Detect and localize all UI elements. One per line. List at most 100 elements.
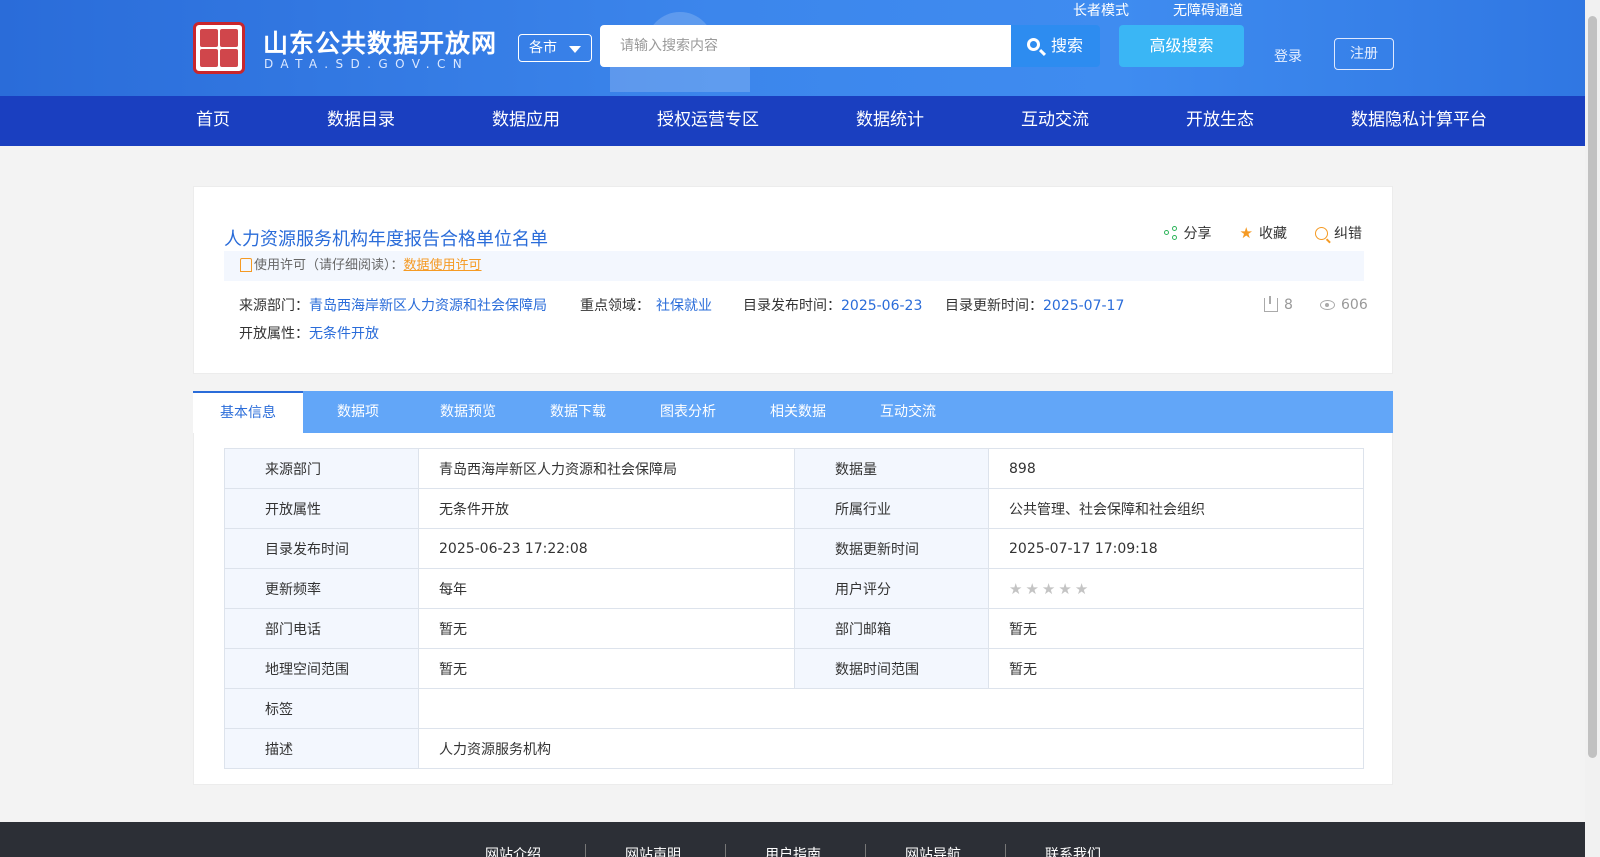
meta-open-attr: 开放属性：无条件开放: [239, 323, 379, 343]
scrollbar-thumb[interactable]: [1588, 16, 1597, 758]
info-value: 公共管理、社会保障和社会组织: [988, 488, 1364, 529]
nav-item-authorized-ops[interactable]: 授权运营专区: [657, 96, 759, 146]
share-icon: [1163, 226, 1178, 240]
city-select-label: 各市: [529, 40, 557, 56]
license-link[interactable]: 数据使用许可: [404, 258, 482, 273]
search-input[interactable]: [600, 25, 1011, 67]
site-logo-icon[interactable]: [193, 22, 245, 74]
meta-source: 来源部门：青岛西海岸新区人力资源和社会保障局: [239, 295, 547, 315]
info-label: 数据更新时间: [794, 528, 989, 569]
meta-update-label: 目录更新时间：: [945, 298, 1043, 314]
login-link[interactable]: 登录: [1274, 46, 1302, 66]
info-label: 更新频率: [224, 568, 419, 609]
dataset-actions: 分享 ★ 收藏 纠错: [1163, 223, 1362, 243]
info-value: 898: [988, 448, 1364, 489]
tab-basic-info[interactable]: 基本信息: [193, 391, 303, 433]
site-header: 山东公共数据开放网 DATA.SD.GOV.CN 各市 搜索 高级搜索 长者模式…: [0, 0, 1600, 96]
site-title[interactable]: 山东公共数据开放网: [263, 24, 497, 60]
license-prefix: 使用许可（请仔细阅读）：: [254, 258, 404, 273]
info-label: 地理空间范围: [224, 648, 419, 689]
nav-item-statistics[interactable]: 数据统计: [856, 96, 924, 146]
info-label: 所属行业: [794, 488, 989, 529]
tags-value: [418, 688, 1364, 729]
star-icon[interactable]: ★: [1042, 580, 1055, 598]
info-label: 部门电话: [224, 608, 419, 649]
table-row: 部门电话 暂无 部门邮箱 暂无: [224, 608, 1364, 649]
site-subtitle: DATA.SD.GOV.CN: [264, 57, 470, 71]
meta-source-value[interactable]: 青岛西海岸新区人力资源和社会保障局: [309, 298, 547, 314]
download-icon: [1264, 296, 1278, 312]
info-label: 数据时间范围: [794, 648, 989, 689]
footer-divider: [1005, 844, 1006, 857]
footer-divider: [865, 844, 866, 857]
tab-data-download[interactable]: 数据下载: [523, 391, 633, 433]
tab-related-data[interactable]: 相关数据: [743, 391, 853, 433]
star-icon[interactable]: ★: [1009, 580, 1022, 598]
info-value: 暂无: [418, 608, 795, 649]
dataset-header-card: 人力资源服务机构年度报告合格单位名单 分享 ★ 收藏 纠错 使用许可（请仔细阅读…: [193, 186, 1393, 374]
star-icon[interactable]: ★: [1025, 580, 1038, 598]
nav-item-home[interactable]: 首页: [196, 96, 230, 146]
info-label: 目录发布时间: [224, 528, 419, 569]
footer-link-guide[interactable]: 用户指南: [765, 844, 821, 857]
footer-link-contact[interactable]: 联系我们: [1045, 844, 1101, 857]
nav-item-privacy-computing[interactable]: 数据隐私计算平台: [1351, 96, 1487, 146]
star-icon[interactable]: ★: [1075, 580, 1088, 598]
search-button[interactable]: 搜索: [1011, 25, 1100, 67]
table-row: 地理空间范围 暂无 数据时间范围 暂无: [224, 648, 1364, 689]
footer-divider: [725, 844, 726, 857]
info-value: 2025-07-17 17:09:18: [988, 528, 1364, 569]
elder-mode-link[interactable]: 长者模式: [1073, 0, 1129, 20]
bookmark-icon: [240, 258, 252, 272]
description-value: 人力资源服务机构: [418, 728, 1364, 769]
nav-item-interaction[interactable]: 互动交流: [1021, 96, 1089, 146]
share-button[interactable]: 分享: [1163, 223, 1212, 243]
info-value: 无条件开放: [418, 488, 795, 529]
basic-info-table: 来源部门 青岛西海岸新区人力资源和社会保障局 数据量 898 开放属性 无条件开…: [224, 448, 1364, 769]
rating-stars[interactable]: ★ ★ ★ ★ ★: [1009, 580, 1363, 598]
tab-data-items[interactable]: 数据项: [303, 391, 413, 433]
license-bar: 使用许可（请仔细阅读）：数据使用许可: [224, 251, 1364, 281]
tab-chart-analysis[interactable]: 图表分析: [633, 391, 743, 433]
chevron-down-icon: [569, 46, 581, 53]
search-icon: [1027, 38, 1040, 51]
table-row: 开放属性 无条件开放 所属行业 公共管理、社会保障和社会组织: [224, 488, 1364, 529]
share-label: 分享: [1183, 226, 1212, 242]
nav-item-apps[interactable]: 数据应用: [492, 96, 560, 146]
nav-item-catalog[interactable]: 数据目录: [327, 96, 395, 146]
advanced-search-button[interactable]: 高级搜索: [1119, 25, 1244, 67]
info-label: 部门邮箱: [794, 608, 989, 649]
view-count: 606: [1320, 297, 1368, 313]
favorite-button[interactable]: ★ 收藏: [1240, 223, 1287, 243]
info-label: 标签: [224, 688, 419, 729]
nav-item-ecosystem[interactable]: 开放生态: [1186, 96, 1254, 146]
report-error-button[interactable]: 纠错: [1315, 223, 1362, 243]
footer-link-about[interactable]: 网站介绍: [485, 844, 541, 857]
meta-domain: 重点领域： 社保就业: [580, 295, 712, 315]
accessibility-link[interactable]: 无障碍通道: [1173, 0, 1243, 20]
page-scrollbar[interactable]: [1585, 0, 1600, 857]
meta-domain-value[interactable]: 社保就业: [656, 298, 712, 314]
eye-icon: [1320, 300, 1335, 310]
table-row: 来源部门 青岛西海岸新区人力资源和社会保障局 数据量 898: [224, 448, 1364, 489]
meta-open-label: 开放属性：: [239, 326, 309, 342]
download-count: 8: [1264, 296, 1293, 313]
meta-update-time: 目录更新时间：2025-07-17: [945, 295, 1124, 315]
city-select[interactable]: 各市: [518, 34, 592, 62]
user-rating: ★ ★ ★ ★ ★: [988, 568, 1364, 609]
favorite-label: 收藏: [1259, 226, 1287, 242]
table-row: 目录发布时间 2025-06-23 17:22:08 数据更新时间 2025-0…: [224, 528, 1364, 569]
footer-link-sitemap[interactable]: 网站导航: [905, 844, 961, 857]
footer-divider: [585, 844, 586, 857]
meta-open-value: 无条件开放: [309, 326, 379, 342]
info-label: 描述: [224, 728, 419, 769]
star-icon[interactable]: ★: [1058, 580, 1071, 598]
footer-link-statement[interactable]: 网站声明: [625, 844, 681, 857]
tab-data-preview[interactable]: 数据预览: [413, 391, 523, 433]
star-icon: ★: [1239, 224, 1253, 242]
tab-interaction[interactable]: 互动交流: [853, 391, 963, 433]
download-count-value: 8: [1284, 297, 1293, 313]
register-button[interactable]: 注册: [1334, 38, 1394, 70]
basic-info-panel: 来源部门 青岛西海岸新区人力资源和社会保障局 数据量 898 开放属性 无条件开…: [193, 433, 1393, 785]
info-value: 暂无: [988, 648, 1364, 689]
